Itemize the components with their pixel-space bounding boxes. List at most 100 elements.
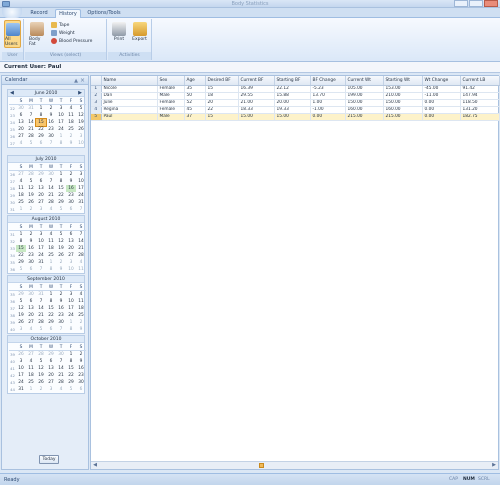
cell-name[interactable]: Regina	[101, 106, 158, 114]
calendar-day[interactable]: 31	[36, 259, 46, 266]
calendar-day[interactable]: 13	[66, 238, 76, 245]
calendar-day[interactable]: 27	[16, 171, 26, 178]
calendar-day[interactable]: 5	[36, 358, 46, 365]
calendar-day[interactable]: 6	[46, 326, 56, 333]
row-number[interactable]: 1	[91, 85, 102, 93]
calendar-day[interactable]: 17	[36, 245, 46, 252]
calendar-day[interactable]: 19	[26, 192, 36, 199]
cell-starting-wt[interactable]: 160.00	[383, 106, 423, 114]
cell-starting-bf[interactable]: 19.33	[274, 106, 311, 114]
cell-name[interactable]: Dan	[101, 92, 158, 100]
calendar-day[interactable]: 19	[76, 119, 86, 126]
calendar-day[interactable]: 27	[16, 133, 26, 140]
calendar-day[interactable]: 21	[26, 126, 36, 133]
cell-wt-change[interactable]: -11.00	[422, 92, 461, 100]
calendar-day[interactable]: 24	[36, 252, 46, 259]
calendar-day[interactable]: 8	[56, 140, 66, 147]
calendar-day[interactable]: 14	[46, 185, 56, 192]
calendar-day[interactable]: 5	[26, 140, 36, 147]
calendar-day[interactable]: 27	[36, 199, 46, 206]
calendar-day[interactable]: 17	[66, 305, 76, 312]
maximize-button[interactable]	[469, 0, 483, 7]
calendar-day[interactable]: 1	[16, 206, 26, 213]
calendar-day[interactable]: 7	[76, 231, 86, 238]
calendar-day[interactable]: 4	[76, 291, 86, 298]
calendar-day[interactable]: 16	[26, 245, 36, 252]
calendar-day[interactable]: 8	[46, 266, 56, 273]
calendar-day[interactable]: 6	[36, 140, 46, 147]
cell-wt-change[interactable]: 0.00	[422, 99, 461, 107]
calendar-day[interactable]: 1	[26, 386, 36, 393]
calendar-day[interactable]: 14	[76, 238, 86, 245]
cell-sex[interactable]: Male	[157, 92, 185, 100]
cell-sex[interactable]: Female	[157, 99, 185, 107]
cell-wt-change[interactable]: 0.00	[422, 113, 461, 121]
calendar-day[interactable]: 25	[26, 379, 36, 386]
calendar-day[interactable]: 10	[16, 365, 26, 372]
calendar-day[interactable]: 9	[26, 238, 36, 245]
calendar-day[interactable]: 27	[46, 379, 56, 386]
cell-current-wt[interactable]: 160.00	[345, 106, 384, 114]
previous-month-icon[interactable]: ◀	[10, 90, 14, 97]
calendar-day[interactable]: 30	[46, 133, 56, 140]
calendar-day[interactable]: 20	[16, 126, 26, 133]
calendar-day[interactable]: 7	[56, 358, 66, 365]
calendar-day[interactable]: 1	[56, 133, 66, 140]
calendar-day[interactable]: 3	[16, 358, 26, 365]
calendar-day[interactable]: 5	[16, 298, 26, 305]
calendar-day[interactable]: 22	[66, 372, 76, 379]
calendar-day[interactable]: 4	[56, 386, 66, 393]
body-fat-button[interactable]: Body Fat	[29, 22, 45, 47]
cell-current-bf[interactable]: 18.33	[238, 106, 275, 114]
calendar-day[interactable]: 30	[46, 171, 56, 178]
calendar-day[interactable]: 28	[46, 199, 56, 206]
calendar-day[interactable]: 4	[26, 358, 36, 365]
calendar-day[interactable]: 14	[36, 305, 46, 312]
scroll-right-icon[interactable]: ▶	[490, 462, 498, 469]
calendar-day[interactable]: 31	[36, 291, 46, 298]
row-number[interactable]: 5	[91, 113, 102, 121]
cell-starting-wt[interactable]: 150.00	[383, 99, 423, 107]
calendar-day[interactable]: 12	[16, 305, 26, 312]
table-row[interactable]: 4 Regina Female 45 22 18.33 19.33 -1.00 160.00 16…	[91, 106, 500, 114]
calendar-day[interactable]: 30	[16, 105, 26, 112]
calendar-day[interactable]: 27	[26, 319, 36, 326]
calendar-day[interactable]: 9	[66, 140, 76, 147]
calendar-day[interactable]: 15	[35, 118, 47, 127]
calendar-day[interactable]: 21	[46, 192, 56, 199]
calendar-day[interactable]: 29	[36, 133, 46, 140]
calendar-day[interactable]: 23	[46, 126, 56, 133]
calendar-day[interactable]: 2	[76, 351, 86, 358]
calendar-day[interactable]: 1	[16, 231, 26, 238]
calendar-day[interactable]: 5	[56, 206, 66, 213]
calendar-day[interactable]: 6	[46, 358, 56, 365]
calendar-day[interactable]: 3	[66, 291, 76, 298]
table-row[interactable]: 3 Julie Female 52 20 21.00 20.00 1.00 150.00 150.…	[91, 99, 500, 107]
calendar-day[interactable]: 21	[56, 372, 66, 379]
calendar-day[interactable]: 4	[26, 326, 36, 333]
close-panel-icon[interactable]: ×	[80, 76, 85, 85]
calendar-day[interactable]: 25	[76, 312, 86, 319]
calendar-day[interactable]: 10	[36, 238, 46, 245]
table-row[interactable]: 2 Dan Male 50 18 29.55 15.88 13.70 199.00 210.00-…	[91, 92, 500, 100]
calendar-day[interactable]: 7	[46, 140, 56, 147]
calendar-day[interactable]: 23	[26, 252, 36, 259]
horizontal-scrollbar[interactable]: ◀ ▶	[91, 461, 498, 469]
calendar-day[interactable]: 3	[36, 231, 46, 238]
calendar-day[interactable]: 9	[76, 358, 86, 365]
cell-bf-change[interactable]: 1.00	[310, 99, 346, 107]
calendar-day[interactable]: 2	[36, 386, 46, 393]
calendar-day[interactable]: 11	[76, 266, 86, 273]
calendar-day[interactable]: 29	[66, 379, 76, 386]
tab-options-tools[interactable]: Options/Tools	[84, 9, 124, 18]
calendar-day[interactable]: 30	[56, 351, 66, 358]
calendar-day[interactable]: 28	[36, 351, 46, 358]
column-header-starting-bf[interactable]: Starting BF	[274, 76, 311, 86]
cell-age[interactable]: 52	[184, 99, 206, 107]
calendar-day[interactable]: 6	[26, 266, 36, 273]
calendar-day[interactable]: 25	[46, 252, 56, 259]
cell-bf-change[interactable]: 13.70	[310, 92, 346, 100]
calendar-day[interactable]: 3	[66, 259, 76, 266]
calendar-day[interactable]: 22	[46, 312, 56, 319]
calendar-day[interactable]: 15	[66, 365, 76, 372]
